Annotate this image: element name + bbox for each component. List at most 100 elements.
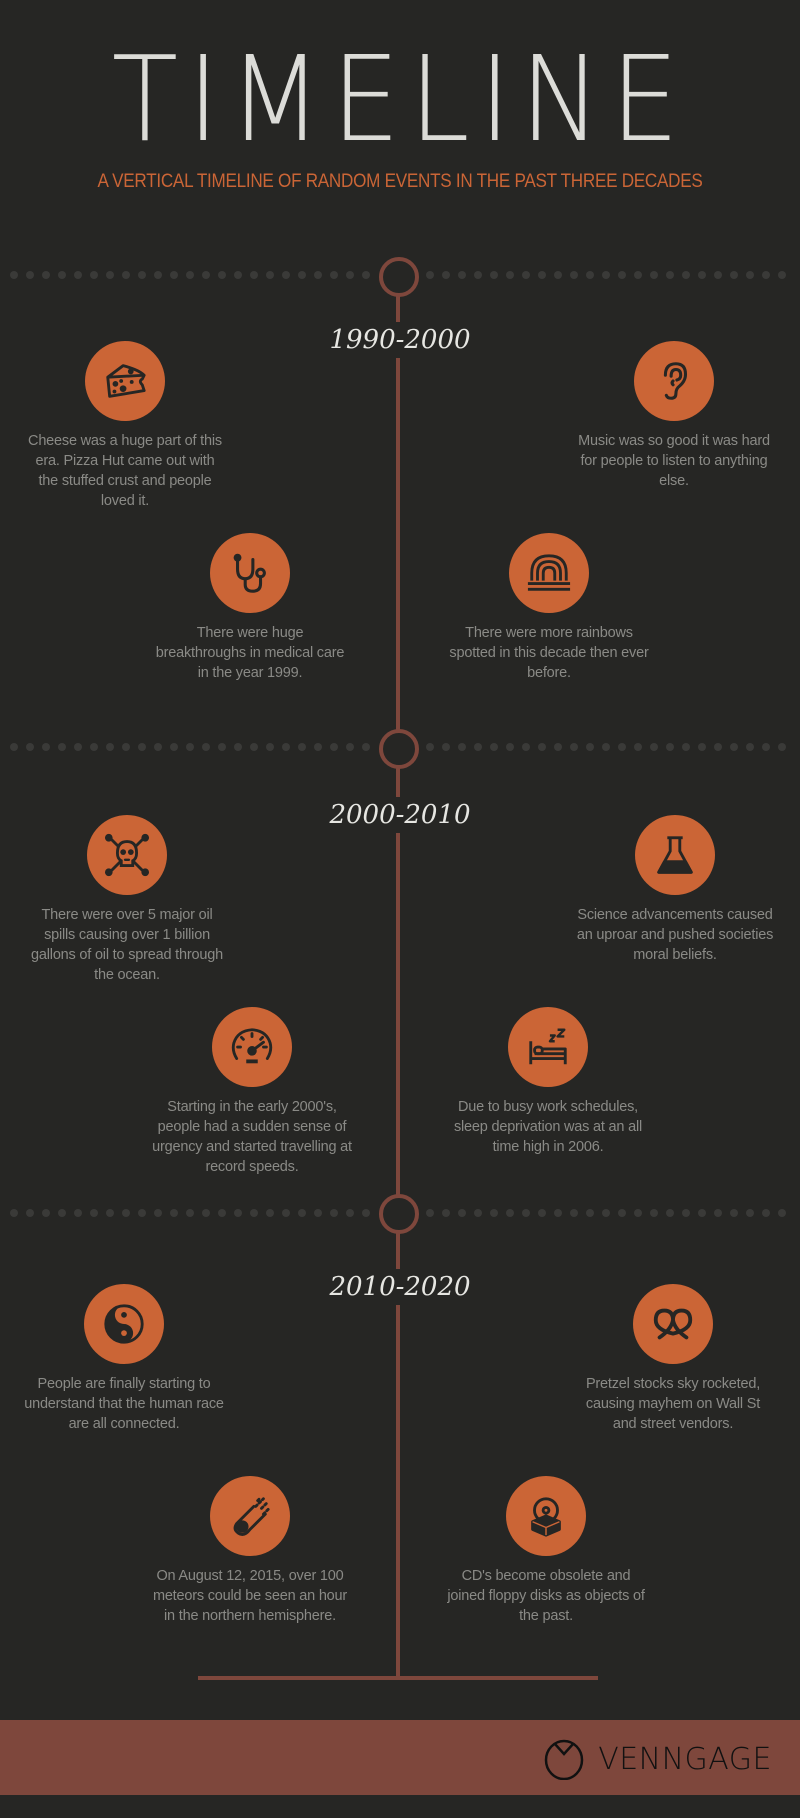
divider-dot [138, 743, 146, 751]
divider-dot [554, 743, 562, 751]
event-description: Due to busy work schedules, sleep depriv… [453, 1099, 643, 1155]
period-label: 2010-2020 [300, 1269, 500, 1305]
divider-dot [74, 271, 82, 279]
divider-dot [42, 1209, 50, 1217]
divider-dot [730, 1209, 738, 1217]
divider-dot [106, 743, 114, 751]
divider-dot [202, 743, 210, 751]
event-card: People are finally starting to understan… [24, 1284, 224, 1434]
divider-dot [474, 271, 482, 279]
divider-dot [186, 743, 194, 751]
divider-dot [90, 271, 98, 279]
divider-dot [570, 271, 578, 279]
divider-dot [202, 271, 210, 279]
divider-dot [746, 743, 754, 751]
divider-dot [154, 271, 162, 279]
divider-dot [522, 271, 530, 279]
divider-dot [634, 743, 642, 751]
divider-dot [458, 271, 466, 279]
divider-dot [506, 743, 514, 751]
event-description: There were more rainbows spotted in this… [449, 625, 649, 681]
event-description: Starting in the early 2000's, people had… [152, 1099, 352, 1175]
pretzel-icon [633, 1284, 713, 1364]
divider-dot [442, 271, 450, 279]
divider-dot [458, 743, 466, 751]
divider-dot [586, 271, 594, 279]
divider-dot [106, 271, 114, 279]
divider-dot [234, 271, 242, 279]
divider-dot [650, 271, 658, 279]
event-card: Pretzel stocks sky rocketed, causing may… [573, 1284, 773, 1434]
divider-dot [58, 271, 66, 279]
divider-dot [490, 271, 498, 279]
venngage-logo-icon [544, 1739, 584, 1780]
divider-dot [298, 1209, 306, 1217]
divider-dot [730, 743, 738, 751]
divider-dot [250, 1209, 258, 1217]
divider-dot [74, 1209, 82, 1217]
rainbow-icon [509, 533, 589, 613]
divider-dot [618, 1209, 626, 1217]
divider-dot [618, 271, 626, 279]
divider-dot [506, 1209, 514, 1217]
timeline-spine [396, 275, 400, 1678]
divider-dot [554, 271, 562, 279]
divider-dot [602, 271, 610, 279]
divider-dot [602, 743, 610, 751]
divider-dot [746, 1209, 754, 1217]
event-card: There were more rainbows spotted in this… [449, 533, 649, 683]
divider-dot [634, 1209, 642, 1217]
divider-dot [218, 743, 226, 751]
section-marker-ring [379, 1194, 419, 1234]
divider-dot [26, 271, 34, 279]
divider-dot [442, 1209, 450, 1217]
divider-dot [58, 743, 66, 751]
divider-dot [266, 743, 274, 751]
divider-dot [298, 743, 306, 751]
divider-dot [682, 743, 690, 751]
timeline-end-bar [198, 1676, 598, 1680]
divider-dot [10, 1209, 18, 1217]
divider-dot [714, 743, 722, 751]
divider-dot [314, 1209, 322, 1217]
event-card: Cheese was a huge part of this era. Pizz… [25, 341, 225, 511]
divider-dot [586, 1209, 594, 1217]
divider-dot [346, 743, 354, 751]
cheese-icon [85, 341, 165, 421]
period-label: 2000-2010 [300, 797, 500, 833]
divider-dot [426, 743, 434, 751]
divider-dot [74, 743, 82, 751]
divider-dot [490, 1209, 498, 1217]
event-description: CD's become obsolete and joined floppy d… [447, 1568, 645, 1624]
divider-dot [10, 743, 18, 751]
divider-dot [698, 1209, 706, 1217]
divider-dot [170, 271, 178, 279]
divider-dot [202, 1209, 210, 1217]
brand-logo[interactable]: VENNGAGE [544, 1738, 772, 1780]
divider-dot [362, 743, 370, 751]
divider-dot [538, 271, 546, 279]
event-description: People are finally starting to understan… [24, 1376, 224, 1432]
divider-dot [650, 743, 658, 751]
divider-dot [282, 1209, 290, 1217]
divider-dot [266, 1209, 274, 1217]
divider-dot [522, 743, 530, 751]
divider-dot [170, 1209, 178, 1217]
divider-dot [570, 1209, 578, 1217]
divider-dot [778, 743, 786, 751]
divider-dot [330, 743, 338, 751]
divider-dot [570, 743, 578, 751]
divider-dot [314, 743, 322, 751]
section-marker-ring [379, 257, 419, 297]
divider-dot [714, 1209, 722, 1217]
divider-dot [250, 743, 258, 751]
event-description: Music was so good it was hard for people… [578, 433, 770, 489]
divider-dot [218, 271, 226, 279]
divider-dot [778, 271, 786, 279]
divider-dot [138, 1209, 146, 1217]
divider-dot [442, 743, 450, 751]
divider-dot [778, 1209, 786, 1217]
event-card: CD's become obsolete and joined floppy d… [446, 1476, 646, 1626]
divider-dot [234, 743, 242, 751]
divider-dot [106, 1209, 114, 1217]
